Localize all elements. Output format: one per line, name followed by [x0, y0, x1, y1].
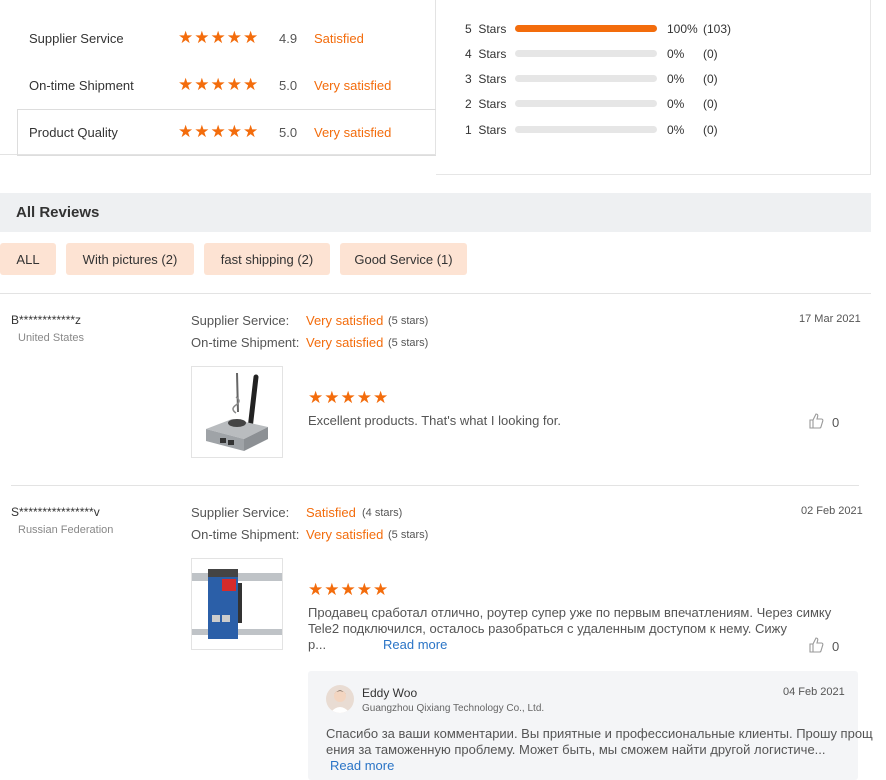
read-more-link[interactable]: Read more	[383, 637, 447, 652]
dist-count: (0)	[703, 123, 718, 137]
avatar	[326, 685, 354, 713]
shipment-stars: (5 stars)	[388, 337, 429, 349]
review-date: 02 Feb 2021	[801, 505, 863, 517]
dist-label: 3 Stars	[465, 72, 507, 86]
rating-stars: ★★★★★	[178, 122, 260, 141]
dist-count: (0)	[703, 47, 718, 61]
all-reviews-title: All Reviews	[16, 204, 100, 221]
rating-status: Satisfied	[314, 30, 364, 46]
thumbs-up-icon	[808, 637, 824, 656]
rating-label: Supplier Service	[29, 30, 124, 46]
dist-percent: 0%	[667, 123, 685, 137]
rating-status: Very satisfied	[314, 124, 392, 140]
review-stars: ★★★★★	[308, 388, 390, 407]
review-text-line: р...	[308, 637, 327, 652]
rating-score: 5.0	[279, 124, 298, 140]
rating-label: Product Quality	[29, 124, 118, 140]
review-text-line: Tele2 подключился, осталось разобраться …	[308, 621, 788, 636]
shipment-label: On-time Shipment:	[191, 335, 300, 350]
review-stars: ★★★★★	[308, 580, 390, 599]
filter-good-service[interactable]: Good Service (1)	[340, 243, 467, 275]
filter-all[interactable]: ALL	[0, 243, 56, 275]
shipment-value: Very satisfied	[306, 335, 384, 350]
rating-stars: ★★★★★	[178, 28, 260, 47]
supplier-service-value: Very satisfied	[306, 313, 384, 328]
dist-bar-fill	[515, 25, 657, 32]
supplier-service-label: Supplier Service:	[191, 313, 290, 328]
reply-text-line: Спасибо за ваши комментарии. Вы приятные…	[326, 726, 873, 741]
supplier-service-stars: (5 stars)	[388, 315, 429, 327]
dist-bar	[515, 25, 657, 32]
reply-author: Eddy Woo	[362, 686, 418, 700]
like-button[interactable]: 0	[808, 413, 839, 432]
rating-status: Very satisfied	[314, 77, 392, 93]
filter-with-pictures[interactable]: With pictures (2)	[66, 243, 194, 275]
supplier-service-label: Supplier Service:	[191, 505, 290, 520]
reviewer-name: B************z	[11, 313, 82, 327]
divider	[0, 293, 871, 294]
dist-percent: 0%	[667, 97, 685, 111]
filter-fast-shipping[interactable]: fast shipping (2)	[204, 243, 330, 275]
reviewer-country: United States	[18, 332, 85, 344]
rating-score: 4.9	[279, 30, 298, 46]
dist-bar	[515, 100, 657, 107]
dist-label: 4 Stars	[465, 47, 507, 61]
dist-label: 2 Stars	[465, 97, 507, 111]
dist-label: 1 Stars	[465, 123, 507, 137]
supplier-reply: Eddy Woo Guangzhou Qixiang Technology Co…	[308, 671, 873, 780]
dist-bar	[515, 126, 657, 133]
like-button[interactable]: 0	[808, 637, 839, 656]
dist-label: 5 Stars	[465, 22, 507, 36]
read-more-link[interactable]: Read more	[330, 758, 394, 773]
divider	[870, 0, 871, 175]
divider	[11, 485, 859, 486]
dist-count: (0)	[703, 72, 718, 86]
reviewer-country: Russian Federation	[18, 524, 114, 536]
dist-bar	[515, 75, 657, 82]
review-photo[interactable]	[191, 366, 283, 458]
rating-label: On-time Shipment	[29, 77, 134, 93]
review-text-line: Продавец сработал отлично, роутер супер …	[308, 605, 832, 620]
dist-bar	[515, 50, 657, 57]
review-photo[interactable]	[191, 558, 283, 650]
reply-text-line: ения за таможенную проблему. Может быть,…	[326, 742, 826, 757]
thumbs-up-icon	[808, 413, 824, 432]
dist-percent: 0%	[667, 47, 685, 61]
review-text: Excellent products. That's what I lookin…	[308, 413, 561, 428]
supplier-service-stars: (4 stars)	[362, 507, 403, 519]
reviewer-name: S****************v	[11, 505, 100, 519]
rating-stars: ★★★★★	[178, 75, 260, 94]
like-count: 0	[832, 415, 840, 430]
divider	[436, 174, 871, 175]
shipment-label: On-time Shipment:	[191, 527, 300, 542]
dist-percent: 100%	[667, 22, 698, 36]
dist-count: (0)	[703, 97, 718, 111]
supplier-service-value: Satisfied	[306, 505, 356, 520]
like-count: 0	[832, 639, 840, 654]
dist-count: (103)	[703, 22, 732, 36]
shipment-value: Very satisfied	[306, 527, 384, 542]
shipment-stars: (5 stars)	[388, 529, 429, 541]
reply-company: Guangzhou Qixiang Technology Co., Ltd.	[362, 703, 545, 714]
dist-percent: 0%	[667, 72, 685, 86]
rating-score: 5.0	[279, 77, 298, 93]
all-reviews-header: All Reviews	[0, 193, 871, 232]
reply-date: 04 Feb 2021	[783, 686, 845, 698]
review-date: 17 Mar 2021	[799, 313, 861, 325]
